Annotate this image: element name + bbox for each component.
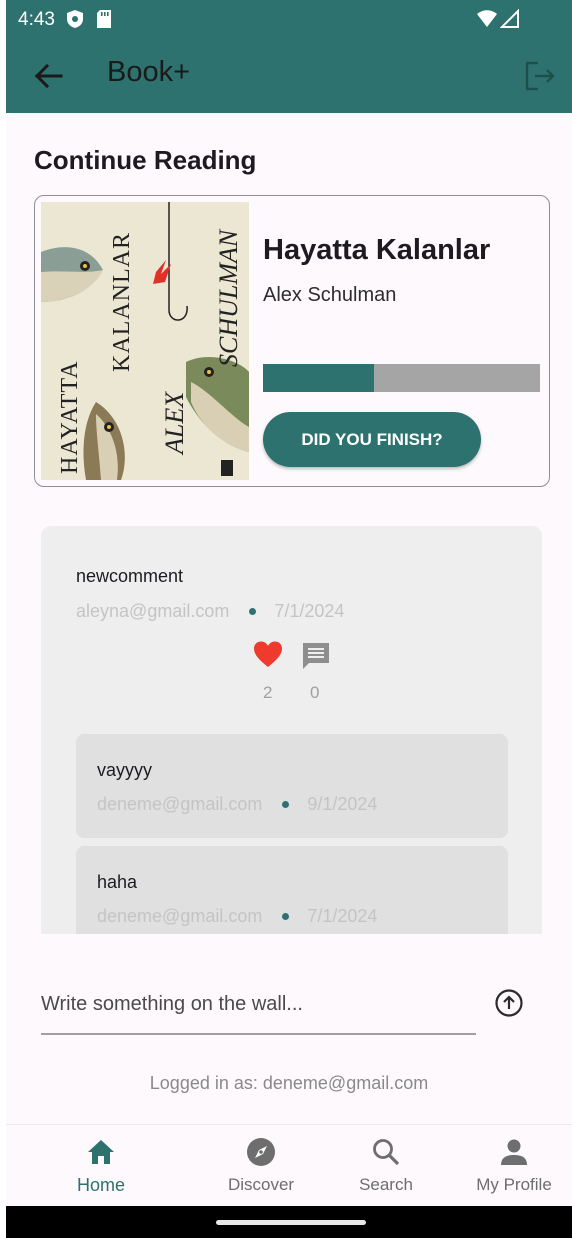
meta-separator-dot <box>282 913 290 920</box>
nav-home-label: Home <box>76 1175 125 1195</box>
continue-reading-heading: Continue Reading <box>34 145 257 175</box>
wifi-icon <box>477 10 497 27</box>
reply-author: deneme@gmail.com <box>97 906 263 926</box>
app-bar: Book+ <box>6 38 572 113</box>
nav-search[interactable]: Search <box>336 1125 436 1207</box>
reply-text: vayyyy <box>97 760 153 780</box>
cover-title-line-2: KALANLAR <box>109 232 135 372</box>
reply-meta: deneme@gmail.com 7/1/2024 <box>97 906 377 927</box>
comment-count: 0 <box>310 683 320 702</box>
post-author: aleyna@gmail.com <box>76 601 230 621</box>
logout-icon[interactable] <box>522 58 558 94</box>
reply-date: 7/1/2024 <box>307 906 378 926</box>
cover-author-line-2: SCHULMAN <box>214 228 243 367</box>
post-text: newcomment <box>76 566 184 586</box>
status-bar: 4:43 <box>6 0 572 38</box>
heart-icon[interactable] <box>253 640 283 668</box>
app-screen: 4:43 Book+ Continue Reading HAYATTA KALA… <box>6 0 572 1238</box>
reply-item[interactable]: haha deneme@gmail.com 7/1/2024 <box>76 846 508 934</box>
reply-text: haha <box>97 872 138 892</box>
reading-progress-fill <box>263 364 374 392</box>
back-arrow-icon[interactable] <box>28 56 68 96</box>
send-arrow-up-icon[interactable] <box>494 988 524 1018</box>
wall-post-input[interactable] <box>41 975 476 1035</box>
reply-meta: deneme@gmail.com 9/1/2024 <box>97 794 377 815</box>
meta-separator-dot <box>249 608 257 615</box>
reply-author: deneme@gmail.com <box>97 794 263 814</box>
cover-author-line-1: ALEX <box>160 391 189 456</box>
current-book-card[interactable]: HAYATTA KALANLAR ALEX SCHULMAN Hayatta K… <box>34 195 550 487</box>
did-you-finish-button[interactable]: DID YOU FINISH? <box>263 412 481 467</box>
search-icon <box>373 1139 400 1166</box>
post-meta: aleyna@gmail.com 7/1/2024 <box>76 601 344 622</box>
app-title: Book+ <box>107 56 191 88</box>
nav-discover[interactable]: Discover <box>206 1125 316 1207</box>
cover-title-line-1: HAYATTA <box>57 360 83 474</box>
home-icon <box>88 1140 114 1164</box>
home-gesture-handle[interactable] <box>216 1220 366 1225</box>
system-navigation-bar <box>6 1206 572 1238</box>
nav-my-profile[interactable]: My Profile <box>462 1125 566 1207</box>
sd-card-icon <box>97 10 111 28</box>
book-title[interactable]: Hayatta Kalanlar <box>263 234 490 267</box>
book-author: Alex Schulman <box>263 284 397 306</box>
cell-signal-icon <box>500 9 519 28</box>
reply-item[interactable]: vayyyy deneme@gmail.com 9/1/2024 <box>76 734 508 838</box>
shield-icon <box>67 10 83 28</box>
bottom-navigation: Home Discover Search My Profile <box>6 1124 572 1207</box>
reading-progress-bar <box>263 364 540 392</box>
book-cover[interactable]: HAYATTA KALANLAR ALEX SCHULMAN <box>41 202 249 480</box>
reply-date: 9/1/2024 <box>307 794 378 814</box>
post-date: 7/1/2024 <box>274 601 345 621</box>
compass-icon <box>247 1138 275 1166</box>
nav-my-profile-label: My Profile <box>476 1175 552 1194</box>
logged-in-status: Logged in as: deneme@gmail.com <box>149 1073 429 1093</box>
person-icon <box>501 1139 527 1165</box>
nav-search-label: Search <box>359 1175 413 1194</box>
like-count: 2 <box>263 683 273 702</box>
book-cover-art: HAYATTA KALANLAR ALEX SCHULMAN <box>41 202 249 480</box>
wall-feed[interactable]: newcomment aleyna@gmail.com 7/1/2024 2 0… <box>41 526 542 934</box>
nav-discover-label: Discover <box>227 1175 295 1194</box>
nav-home[interactable]: Home <box>46 1125 156 1207</box>
status-time: 4:43 <box>18 9 55 30</box>
meta-separator-dot <box>282 801 290 808</box>
comment-icon[interactable] <box>301 641 331 671</box>
